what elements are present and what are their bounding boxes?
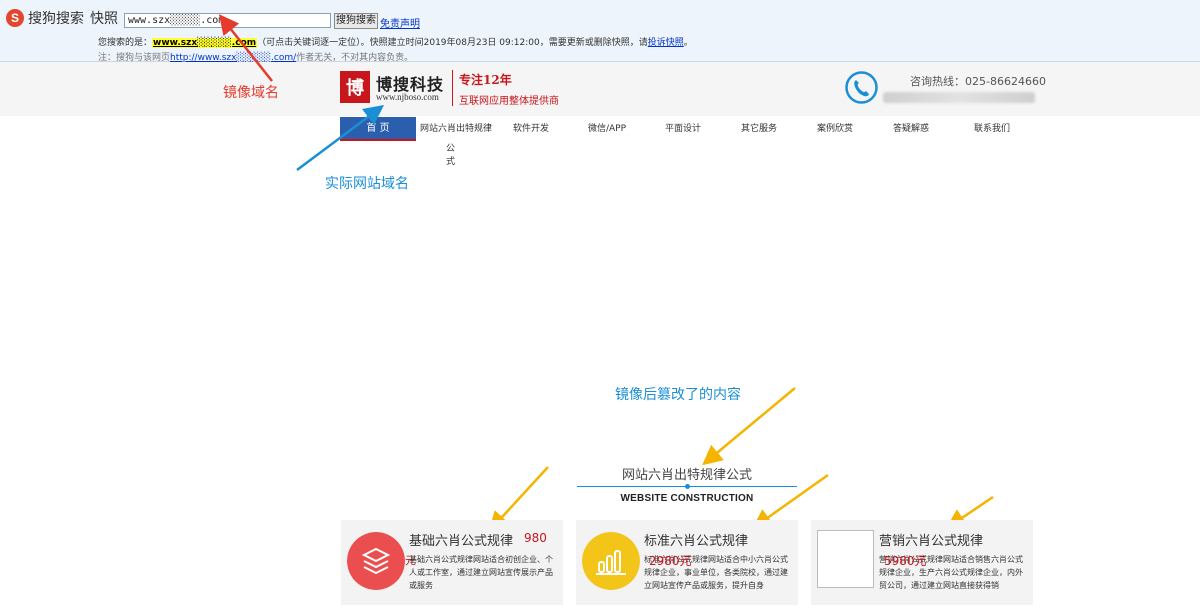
package-description: 基础六肖公式规律网站适合初创企业、个人或工作室，通过建立网站宣传展示产品或服务 [409, 555, 553, 590]
snapshot-info-text: （可点击关键词逐一定位）。快照建立时间2019年08月23日 09:12:00，… [257, 38, 648, 48]
snapshot-info-prefix: 您搜索的是： [98, 38, 153, 48]
disclaimer-link[interactable]: 免责声明 [380, 15, 420, 30]
brand-divider [452, 70, 453, 106]
snapshot-info-line: 您搜索的是：www.szx░░░░░.com（可点击关键词逐一定位）。快照建立时… [98, 35, 693, 48]
snapshot-info-end: 。 [683, 38, 693, 48]
nav-item-faq[interactable]: 答疑解惑 [876, 117, 946, 141]
nav-item-formula-wrap[interactable]: 公式 [446, 141, 455, 167]
hotline-text: 咨询热线：025-86624660 [910, 75, 1046, 88]
sogou-logo[interactable]: S 搜狗搜索 快照 [6, 8, 118, 28]
snapshot-bar: S 搜狗搜索 快照 www.szx░░░░░.com 搜狗搜索 免责声明 您搜索… [0, 0, 1200, 63]
slogan-subtitle: 互联网应用整体提供商 [459, 96, 559, 107]
nav-item-cases[interactable]: 案例欣赏 [800, 117, 870, 141]
section-title: 网站六肖出特规律公式 [621, 468, 752, 483]
sogou-search-button[interactable]: 搜狗搜索 [334, 13, 378, 29]
broken-image-icon [817, 530, 874, 588]
sogou-logo-icon: S [6, 9, 24, 27]
annotation-tampered-content: 镜像后篡改了的内容 [615, 387, 741, 403]
brand-logo-icon[interactable]: 博 [340, 71, 370, 103]
searched-domain-highlight[interactable]: www.szx░░░░░.com [152, 38, 258, 48]
nav-item-other-services[interactable]: 其它服务 [724, 117, 794, 141]
phone-icon [845, 71, 878, 104]
nav-item-home[interactable]: 首 页 [340, 117, 416, 141]
report-snapshot-link[interactable]: 投诉快照 [648, 38, 684, 48]
nav-item-contact[interactable]: 联系我们 [954, 117, 1030, 141]
nav-item-formula[interactable]: 网站六肖出特规律 [418, 117, 494, 141]
nav-item-software[interactable]: 软件开发 [496, 117, 566, 141]
slogan-title: 专注12年 [459, 73, 512, 87]
package-card-marketing[interactable]: 营销六肖公式规律 营销六肖公式规律网站适合销售六肖公式规律企业，生产六肖公式规律… [811, 520, 1033, 605]
package-title: 标准六肖公式规律 [644, 534, 749, 549]
nav-item-graphic-design[interactable]: 平面设计 [648, 117, 718, 141]
yellow-arrow-card1 [488, 466, 549, 532]
snapshot-url-input[interactable]: www.szx░░░░░.com [124, 13, 331, 28]
package-title: 营销六肖公式规律 [879, 534, 984, 549]
annotation-mirror-domain: 镜像域名 [223, 85, 279, 101]
bar-chart-icon [582, 532, 640, 590]
section-subtitle: WEBSITE CONSTRUCTION [620, 493, 754, 504]
package-title: 基础六肖公式规律 [409, 534, 514, 549]
sogou-logo-text: 搜狗搜索 [28, 11, 84, 27]
layers-icon [347, 532, 405, 590]
section-divider-dot [685, 484, 690, 489]
package-card-standard[interactable]: 标准六肖公式规律 标准六肖公式规律网站适合中小六肖公式规律企业，事业单位，各类院… [576, 520, 798, 605]
blurred-contact [883, 92, 1035, 103]
snapshot-label: 快照 [90, 11, 118, 27]
package-price: 2980元 [649, 554, 692, 568]
nav-item-wechat-app[interactable]: 微信/APP [572, 117, 642, 141]
site-header: 博 博搜科技 www.njboso.com 专注12年 互联网应用整体提供商 咨… [0, 62, 1200, 116]
package-price: 980 [524, 531, 547, 545]
brand-url: www.njboso.com [376, 92, 439, 102]
package-price: 5980元 [884, 554, 927, 568]
package-card-basic[interactable]: 基础六肖公式规律 980 元 基础六肖公式规律网站适合初创企业、个人或工作室，通… [341, 520, 563, 605]
annotation-real-domain: 实际网站域名 [325, 176, 409, 192]
